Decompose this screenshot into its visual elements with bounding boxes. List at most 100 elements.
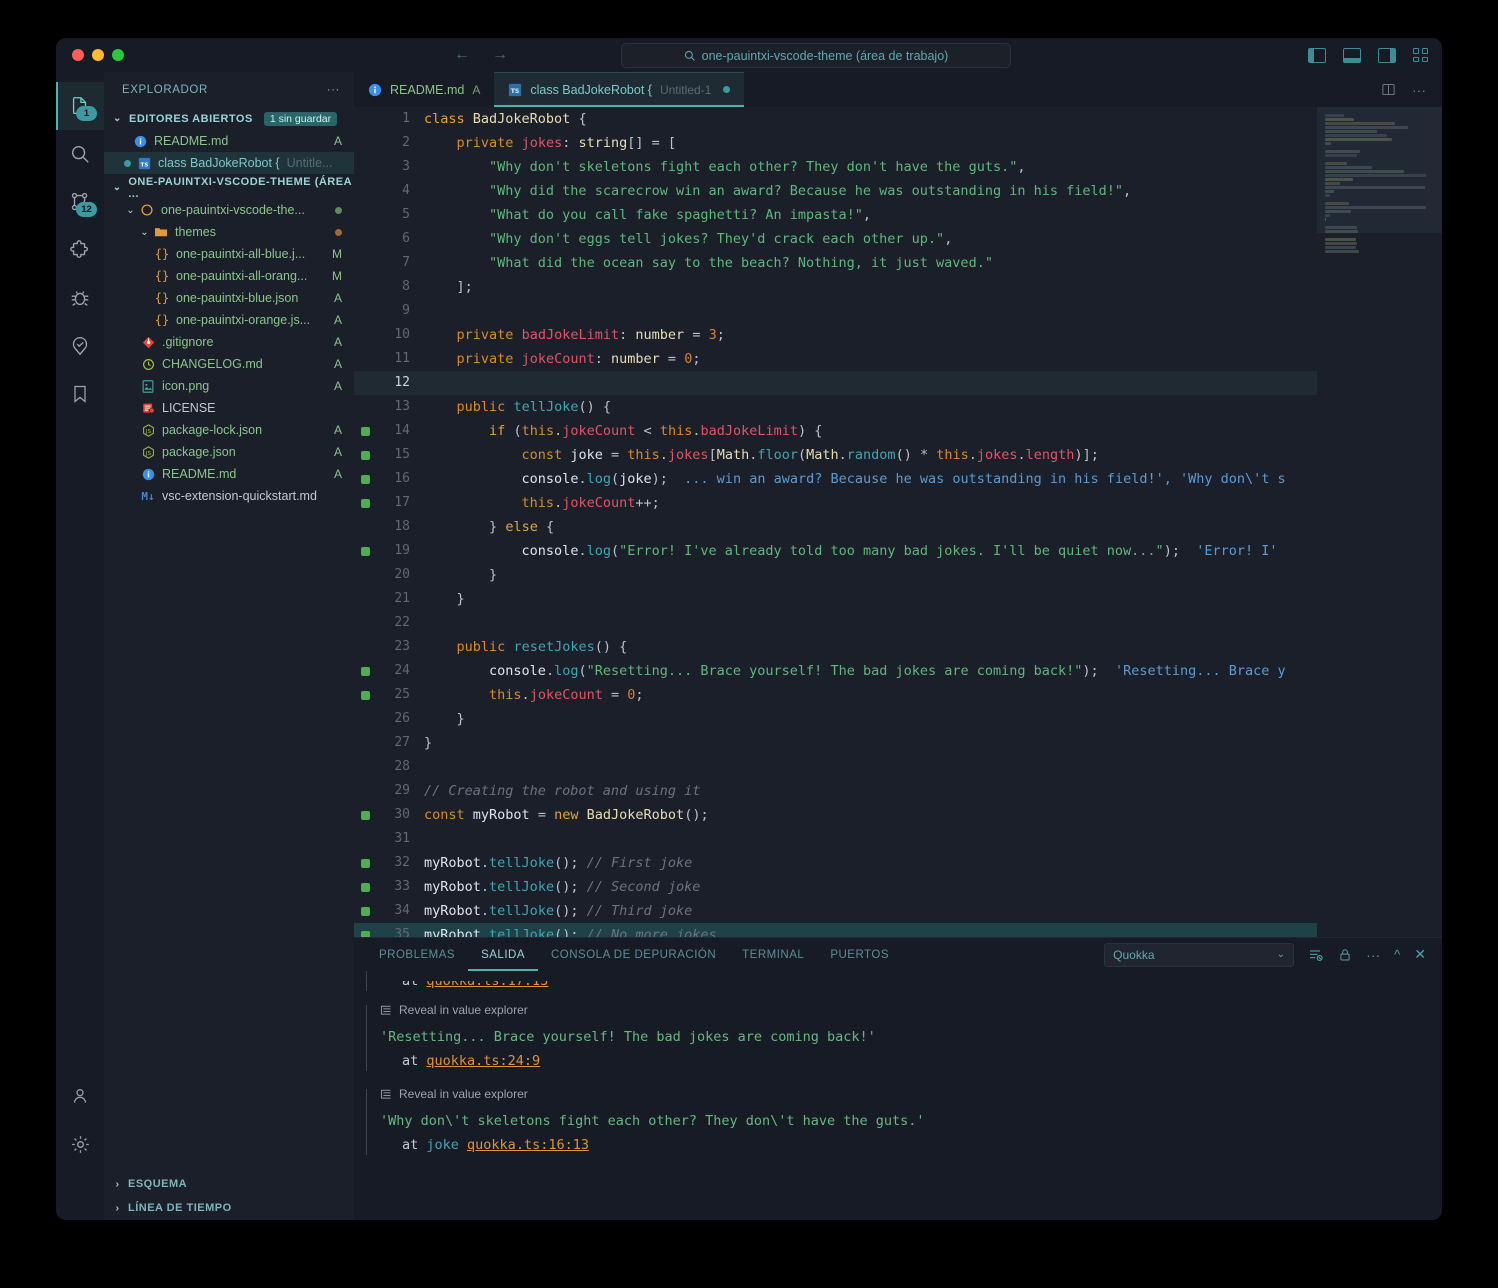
outline-section-header[interactable]: › ESQUEMA (104, 1172, 354, 1196)
code-line[interactable]: 16 console.log(joke); ... win an award? … (354, 467, 1442, 491)
code-line[interactable]: 25 this.jokeCount = 0; (354, 683, 1442, 707)
output-view[interactable]: at quokka.ts:17:13 Reveal in value explo… (354, 971, 1442, 1220)
open-editors-section-header[interactable]: ⌄ EDITORES ABIERTOS 1 sin guardar (104, 107, 354, 130)
editor-more-icon[interactable]: ··· (1412, 82, 1426, 98)
code-line[interactable]: 10 private badJokeLimit: number = 3; (354, 323, 1442, 347)
code-line[interactable]: 2 private jokes: string[] = [ (354, 131, 1442, 155)
code-line[interactable]: 7 "What did the ocean say to the beach? … (354, 251, 1442, 275)
forward-arrow-icon[interactable]: → (492, 46, 508, 64)
tree-item[interactable]: {} one-pauintxi-all-orang... M (104, 265, 354, 287)
tab-problemas[interactable]: PROBLEMAS (366, 938, 468, 971)
code-line[interactable]: 12 (354, 371, 1442, 395)
tab-terminal[interactable]: TERMINAL (729, 938, 817, 971)
sidebar-item-testing[interactable] (56, 322, 104, 370)
tab-readme[interactable]: README.md A (354, 72, 494, 107)
workspace-section-header[interactable]: ⌄ ONE-PAUINTXI-VSCODE-THEME (ÁREA ... (104, 176, 354, 200)
clear-output-icon[interactable] (1308, 947, 1324, 963)
output-channel-select[interactable]: Quokka ⌄ (1104, 942, 1295, 967)
tree-item[interactable]: .gitignore A (104, 331, 354, 353)
source-code[interactable]: 1 class BadJokeRobot {2 private jokes: st… (354, 107, 1442, 937)
close-window-button[interactable] (72, 49, 84, 61)
code-line[interactable]: 30 const myRobot = new BadJokeRobot(); (354, 803, 1442, 827)
code-line[interactable]: 24 console.log("Resetting... Brace yours… (354, 659, 1442, 683)
code-line[interactable]: 18 } else { (354, 515, 1442, 539)
tree-item[interactable]: {} one-pauintxi-all-blue.j... M (104, 243, 354, 265)
code-line[interactable]: 31 (354, 827, 1442, 851)
command-center-search[interactable]: one-pauintxi-vscode-theme (área de traba… (621, 43, 1011, 68)
tree-item[interactable]: {} one-pauintxi-orange.js... A (104, 309, 354, 331)
minimize-window-button[interactable] (92, 49, 104, 61)
lock-icon[interactable] (1338, 947, 1352, 963)
sidebar-item-run-and-debug[interactable] (56, 274, 104, 322)
code-line[interactable]: 26 } (354, 707, 1442, 731)
tree-item[interactable]: CHANGELOG.md A (104, 353, 354, 375)
timeline-section-header[interactable]: › LÍNEA DE TIEMPO (104, 1196, 354, 1220)
code-line[interactable]: 4 "Why did the scarecrow win an award? B… (354, 179, 1442, 203)
tree-item[interactable]: LICENSE (104, 397, 354, 419)
code-line[interactable]: 29 // Creating the robot and using it (354, 779, 1442, 803)
tree-item[interactable]: M↓ vsc-extension-quickstart.md (104, 485, 354, 507)
tree-item[interactable]: {} one-pauintxi-blue.json A (104, 287, 354, 309)
customize-layout-icon[interactable] (1413, 48, 1428, 62)
code-line[interactable]: 8 ]; (354, 275, 1442, 299)
tree-item[interactable]: ⌄ one-pauintxi-vscode-the... (104, 199, 354, 221)
sidebar-item-extensions[interactable] (56, 226, 104, 274)
code-line[interactable]: 15 const joke = this.jokes[Math.floor(Ma… (354, 443, 1442, 467)
toggle-primary-sidebar-icon[interactable] (1308, 47, 1326, 63)
code-line[interactable]: 6 "Why don't eggs tell jokes? They'd cra… (354, 227, 1442, 251)
sidebar-item-explorer[interactable]: 1 (56, 82, 104, 130)
code-line[interactable]: 22 (354, 611, 1442, 635)
navigation-arrows[interactable]: ← → (454, 46, 508, 64)
editor-vertical-scrollbar[interactable] (1308, 107, 1317, 937)
code-line[interactable]: 34 myRobot.tellJoke(); // Third joke (354, 899, 1442, 923)
manage-settings-button[interactable] (56, 1120, 104, 1168)
unsaved-dot-icon[interactable] (723, 86, 731, 93)
sidebar-more-icon[interactable]: ··· (327, 84, 340, 96)
code-line[interactable]: 20 } (354, 563, 1442, 587)
open-editor-readme[interactable]: README.md A (104, 130, 354, 152)
minimap[interactable] (1317, 107, 1442, 937)
output-source-link[interactable]: quokka.ts:24:9 (426, 1053, 540, 1069)
code-line[interactable]: 11 private jokeCount: number = 0; (354, 347, 1442, 371)
code-line[interactable]: 3 "Why don't skeletons fight each other?… (354, 155, 1442, 179)
tree-item[interactable]: ⌄ themes (104, 221, 354, 243)
code-line[interactable]: 19 console.log("Error! I've already told… (354, 539, 1442, 563)
back-arrow-icon[interactable]: ← (454, 46, 470, 64)
sidebar-item-search[interactable] (56, 130, 104, 178)
code-line[interactable]: 5 "What do you call fake spaghetti? An i… (354, 203, 1442, 227)
code-scroll-area[interactable]: 1 class BadJokeRobot {2 private jokes: st… (354, 107, 1442, 937)
tab-badjokerobot[interactable]: TS class BadJokeRobot { Untitled-1 (494, 72, 745, 107)
tree-item[interactable]: README.md A (104, 463, 354, 485)
code-line[interactable]: 1 class BadJokeRobot { (354, 107, 1442, 131)
tree-item[interactable]: JS package.json A (104, 441, 354, 463)
more-actions-icon[interactable]: ··· (1366, 947, 1380, 963)
tab-consola-de-depuracion[interactable]: CONSOLA DE DEPURACIÓN (538, 938, 729, 971)
layout-controls[interactable] (1308, 47, 1428, 63)
code-line[interactable]: 33 myRobot.tellJoke(); // Second joke (354, 875, 1442, 899)
code-line[interactable]: 27} (354, 731, 1442, 755)
reveal-in-value-explorer-row[interactable]: Reveal in value explorer (380, 1003, 1442, 1017)
code-line[interactable]: 13 public tellJoke() { (354, 395, 1442, 419)
tab-salida[interactable]: SALIDA (468, 938, 538, 971)
tree-item[interactable]: JS package-lock.json A (104, 419, 354, 441)
reveal-in-value-explorer-row[interactable]: Reveal in value explorer (380, 1087, 1442, 1101)
code-editor[interactable]: 1 class BadJokeRobot {2 private jokes: st… (354, 107, 1442, 937)
toggle-panel-icon[interactable] (1343, 47, 1361, 63)
split-editor-icon[interactable] (1381, 82, 1396, 97)
window-controls[interactable] (56, 49, 124, 61)
toggle-secondary-sidebar-icon[interactable] (1378, 47, 1396, 63)
code-line[interactable]: 17 this.jokeCount++; (354, 491, 1442, 515)
code-line[interactable]: 28 (354, 755, 1442, 779)
code-line[interactable]: 35 myRobot.tellJoke(); // No more jokes (354, 923, 1442, 937)
close-panel-icon[interactable]: ✕ (1414, 946, 1426, 963)
maximize-window-button[interactable] (112, 49, 124, 61)
sidebar-item-source-control[interactable]: 12 (56, 178, 104, 226)
maximize-panel-icon[interactable]: ^ (1394, 947, 1400, 962)
tab-puertos[interactable]: PUERTOS (817, 938, 902, 971)
output-source-link[interactable]: quokka.ts:16:13 (467, 1137, 589, 1153)
code-line[interactable]: 9 (354, 299, 1442, 323)
code-line[interactable]: 21 } (354, 587, 1442, 611)
code-line[interactable]: 23 public resetJokes() { (354, 635, 1442, 659)
sidebar-item-bookmarks[interactable] (56, 370, 104, 418)
accounts-button[interactable] (56, 1072, 104, 1120)
